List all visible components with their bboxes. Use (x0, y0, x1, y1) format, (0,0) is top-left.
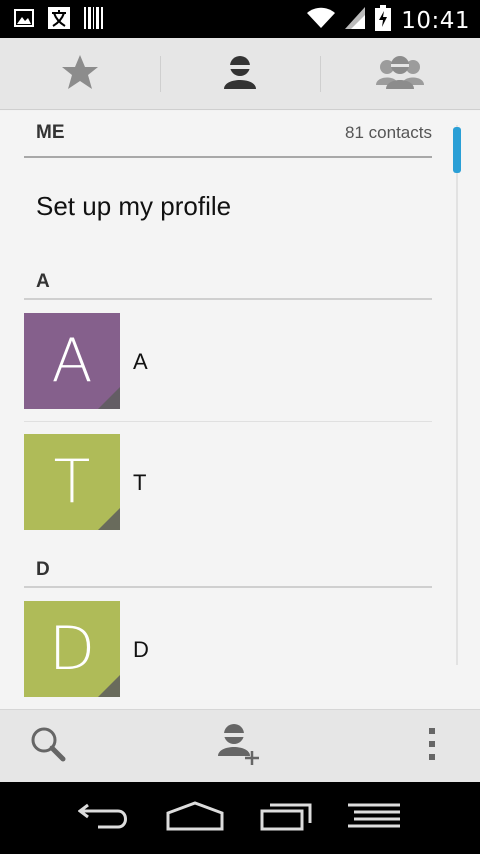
contact-name: D (133, 637, 149, 662)
clock: 10:41 (401, 7, 470, 34)
person-icon (223, 55, 257, 94)
section-header-d: D (24, 555, 432, 588)
translate-icon (48, 7, 70, 34)
recent-apps-button[interactable] (247, 798, 327, 838)
tab-contacts[interactable] (160, 38, 320, 110)
contact-row[interactable]: T T (24, 434, 432, 530)
contacts-screen: 10:41 ME 81 contacts Set up my profile A… (0, 0, 480, 854)
barcode-icon (84, 7, 104, 34)
contact-name: A (133, 349, 148, 374)
contact-row[interactable]: D D (24, 601, 432, 697)
contact-row[interactable]: A A (24, 313, 432, 409)
wifi-icon (307, 7, 336, 34)
contact-count: 81 contacts (345, 123, 432, 142)
battery-charging-icon (375, 5, 392, 36)
contact-name: T (133, 470, 147, 495)
overflow-menu-icon (427, 727, 437, 766)
home-icon (166, 800, 224, 836)
add-contact-icon (218, 723, 262, 770)
navigation-bar (0, 782, 480, 854)
contact-avatar[interactable]: A (24, 313, 120, 409)
avatar-corner (98, 675, 120, 697)
menu-button[interactable] (334, 798, 414, 838)
setup-profile-item[interactable]: Set up my profile (36, 191, 231, 222)
section-letter: D (36, 559, 50, 580)
section-letter: A (36, 271, 50, 292)
contact-list[interactable]: ME 81 contacts Set up my profile A A A T… (0, 111, 480, 709)
search-button[interactable] (8, 710, 88, 783)
group-icon (376, 55, 424, 94)
me-section-header: ME 81 contacts (24, 111, 432, 158)
home-button[interactable] (155, 798, 235, 838)
scrollbar-track (456, 125, 458, 665)
status-bar: 10:41 (0, 0, 480, 38)
back-button[interactable] (65, 798, 145, 838)
avatar-corner (98, 387, 120, 409)
recent-apps-icon (260, 801, 314, 836)
tab-bar (0, 38, 480, 110)
add-contact-button[interactable] (200, 710, 280, 783)
contact-avatar[interactable]: D (24, 601, 120, 697)
signal-icon (345, 7, 366, 34)
action-bar (0, 709, 480, 782)
overflow-menu-button[interactable] (400, 710, 464, 783)
row-divider (24, 421, 432, 422)
image-icon (14, 9, 34, 32)
menu-icon (346, 803, 402, 834)
avatar-corner (98, 508, 120, 530)
tab-groups[interactable] (320, 38, 480, 110)
scrollbar-thumb[interactable] (453, 127, 461, 173)
tab-favorites[interactable] (0, 38, 160, 110)
contact-avatar[interactable]: T (24, 434, 120, 530)
me-label: ME (36, 122, 65, 143)
search-icon (30, 726, 66, 767)
star-icon (61, 54, 99, 95)
back-icon (77, 801, 132, 836)
section-header-a: A (24, 267, 432, 300)
